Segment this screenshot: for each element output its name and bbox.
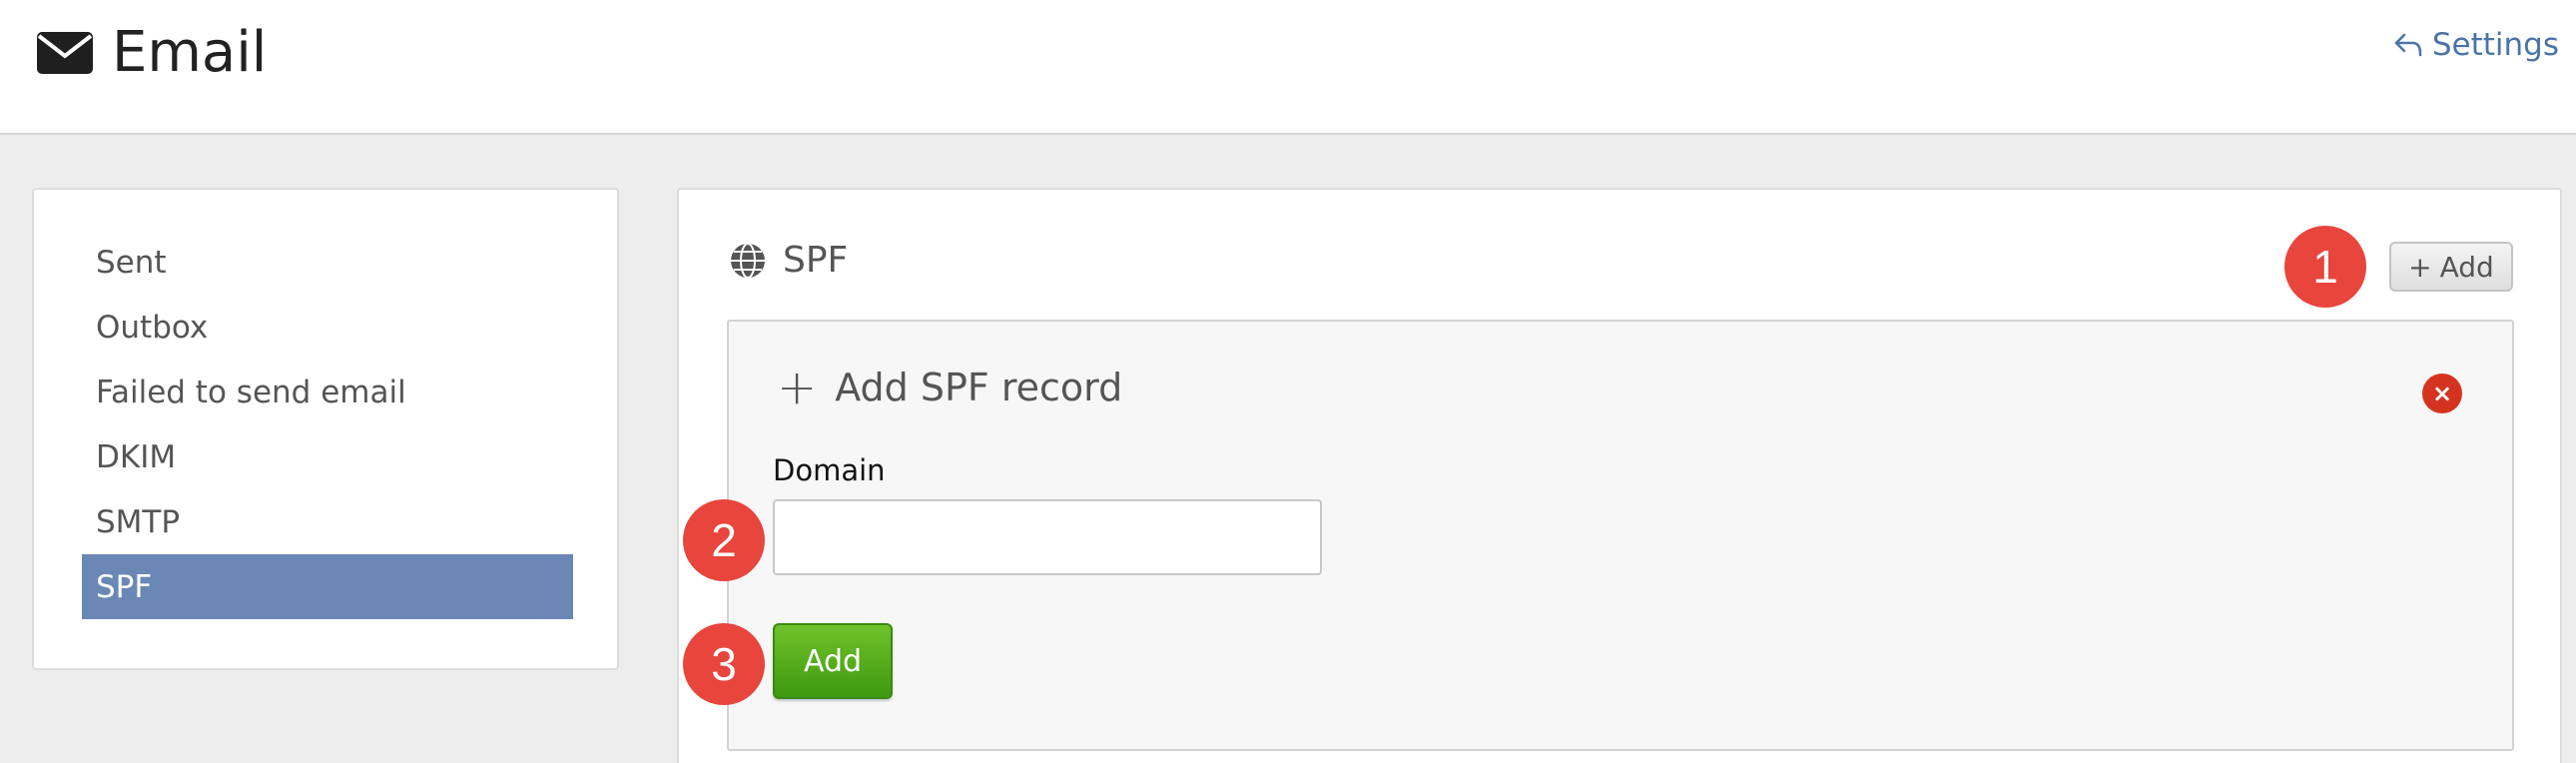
add-spf-form: + Add SPF record × Domain Add [727,320,2514,751]
domain-input[interactable] [773,499,1322,575]
form-header: + Add SPF record [777,360,1123,415]
sidebar-item-label: Failed to send email [96,374,406,410]
plus-icon: + [777,360,818,415]
sidebar-item-label: Sent [96,244,167,281]
step-badge-3: 3 [683,623,765,705]
sidebar-item-label: DKIM [96,438,177,475]
app-header: Email Settings [0,0,2576,135]
step-badge-2: 2 [683,499,765,581]
sidebar-item-dkim[interactable]: DKIM [82,424,573,489]
page-title: Email [112,20,268,85]
globe-icon [731,242,765,279]
add-spf-button[interactable]: + Add [2389,242,2513,292]
settings-label: Settings [2431,27,2559,63]
plus-icon: + [2408,250,2432,284]
envelope-icon [37,32,93,74]
sidebar-item-label: SMTP [96,503,181,540]
sidebar: Sent Outbox Failed to send email DKIM SM… [32,188,619,670]
add-button-label: Add [2439,250,2494,284]
panel-title: SPF [783,240,849,281]
sidebar-item-label: SPF [96,568,153,605]
panel-header: SPF [729,240,848,281]
step-badge-1: 1 [2284,226,2366,308]
submit-add-button[interactable]: Add [773,623,893,699]
sidebar-item-outbox[interactable]: Outbox [82,295,573,360]
settings-link[interactable]: Settings [2392,24,2559,66]
sidebar-item-failed[interactable]: Failed to send email [82,360,573,424]
sidebar-item-smtp[interactable]: SMTP [82,489,573,554]
sidebar-item-spf[interactable]: SPF [82,554,573,619]
close-icon[interactable]: × [2422,374,2462,413]
reply-arrow-icon [2394,33,2422,57]
sidebar-item-sent[interactable]: Sent [82,230,573,295]
domain-label: Domain [773,453,886,487]
form-title: Add SPF record [835,366,1123,409]
sidebar-item-label: Outbox [96,309,209,346]
spf-panel: SPF 1 + Add + Add SPF record × Domain Ad… [677,188,2562,763]
